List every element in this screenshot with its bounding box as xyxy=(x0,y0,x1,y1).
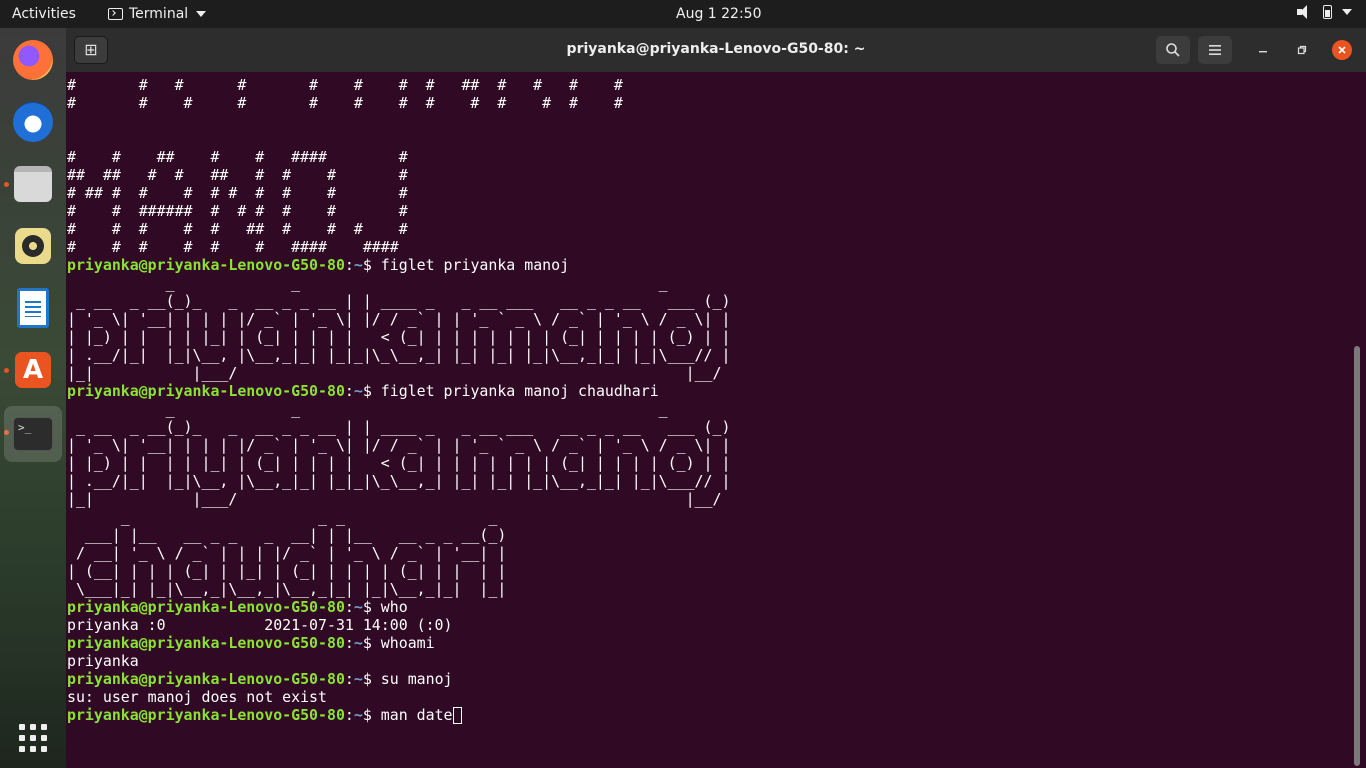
prompt-path: ~ xyxy=(353,634,363,652)
search-button[interactable] xyxy=(1156,36,1190,64)
battery-icon xyxy=(1323,5,1332,19)
prompt-line-3: priyanka@priyanka-Lenovo-G50-80:~$ who xyxy=(67,598,408,616)
figlet-output: _ _ _ _ __ _ __(_)_ _ __ _ _ __ | | ____… xyxy=(67,400,731,598)
prompt-path: ~ xyxy=(353,382,363,400)
terminal-window: ⊞ priyanka@priyanka-Lenovo-G50-80: ~ # #… xyxy=(66,28,1366,768)
prompt-line-5: priyanka@priyanka-Lenovo-G50-80:~$ su ma… xyxy=(67,670,453,688)
dock: A >_ xyxy=(0,28,66,768)
top-bar: Activities Terminal Aug 1 22:50 xyxy=(0,0,1366,28)
prompt-path: ~ xyxy=(353,256,363,274)
chevron-down-icon xyxy=(1342,9,1352,15)
terminal-output[interactable]: # # # # # # # # ## # # # # # # # # # # #… xyxy=(67,76,1347,768)
dock-item-thunderbird[interactable] xyxy=(9,98,57,146)
dock-item-terminal[interactable]: >_ xyxy=(4,406,62,462)
command-text: su manoj xyxy=(371,670,453,688)
prompt-user-host: priyanka@priyanka-Lenovo-G50-80 xyxy=(67,256,345,274)
text-cursor xyxy=(452,707,462,724)
hamburger-menu-button[interactable] xyxy=(1198,36,1232,64)
prompt-user-host: priyanka@priyanka-Lenovo-G50-80 xyxy=(67,598,345,616)
prompt-user-host: priyanka@priyanka-Lenovo-G50-80 xyxy=(67,634,345,652)
show-applications-button[interactable] xyxy=(9,714,57,762)
minimize-icon xyxy=(1259,51,1267,53)
dock-item-firefox[interactable] xyxy=(9,36,57,84)
app-menu-label: Terminal xyxy=(129,6,189,22)
title-bar[interactable]: ⊞ priyanka@priyanka-Lenovo-G50-80: ~ xyxy=(66,28,1366,72)
chevron-down-icon xyxy=(196,11,207,17)
dock-item-rhythmbox[interactable] xyxy=(9,222,57,270)
hamburger-icon xyxy=(1209,45,1221,55)
prompt-path: ~ xyxy=(353,598,363,616)
thunderbird-icon xyxy=(13,102,53,142)
rhythmbox-icon xyxy=(15,228,51,264)
clock[interactable]: Aug 1 22:50 xyxy=(676,5,762,23)
search-icon xyxy=(1166,43,1180,57)
command-output: su: user manoj does not exist xyxy=(67,688,327,706)
command-text: who xyxy=(371,598,408,616)
app-menu[interactable]: Terminal xyxy=(108,5,207,23)
maximize-button[interactable] xyxy=(1292,40,1312,60)
command-text: whoami xyxy=(371,634,435,652)
terminal-icon: >_ xyxy=(13,417,53,451)
prompt-user-host: priyanka@priyanka-Lenovo-G50-80 xyxy=(67,382,345,400)
prompt-path: ~ xyxy=(353,670,363,688)
prompt-line-6: priyanka@priyanka-Lenovo-G50-80:~$ man d… xyxy=(67,706,1347,724)
files-icon xyxy=(14,166,52,202)
ubuntu-software-icon: A xyxy=(15,352,51,388)
close-button[interactable] xyxy=(1332,40,1352,60)
figlet-output: _ _ _ _ __ _ __(_)_ _ __ _ _ __ | | ____… xyxy=(67,274,731,382)
prompt-line-4: priyanka@priyanka-Lenovo-G50-80:~$ whoam… xyxy=(67,634,435,652)
firefox-icon xyxy=(13,40,53,80)
minimize-button[interactable] xyxy=(1253,40,1273,60)
command-output: priyanka :0 2021-07-31 14:00 (:0) xyxy=(67,616,453,634)
libreoffice-writer-icon xyxy=(17,288,49,328)
command-output: priyanka xyxy=(67,652,139,670)
scrollbar[interactable] xyxy=(1354,346,1360,766)
prompt-user-host: priyanka@priyanka-Lenovo-G50-80 xyxy=(67,670,345,688)
dock-item-writer[interactable] xyxy=(9,284,57,332)
command-text: figlet priyanka manoj chaudhari xyxy=(371,382,659,400)
activities-button[interactable]: Activities xyxy=(12,5,76,23)
command-text: figlet priyanka manoj xyxy=(371,256,570,274)
prompt-line-2: priyanka@priyanka-Lenovo-G50-80:~$ figle… xyxy=(67,382,659,400)
banner-output: # # # # # # # # ## # # # # # # # # # # #… xyxy=(67,76,623,256)
system-menu[interactable] xyxy=(1297,5,1352,19)
show-applications-icon xyxy=(19,724,47,752)
prompt-user-host: priyanka@priyanka-Lenovo-G50-80 xyxy=(67,706,345,724)
restore-icon xyxy=(1297,45,1307,55)
terminal-small-icon xyxy=(108,8,123,20)
volume-icon xyxy=(1297,5,1313,19)
close-icon xyxy=(1338,46,1346,54)
command-input[interactable]: man date xyxy=(372,706,453,724)
prompt-path: ~ xyxy=(353,706,363,724)
prompt-line-1: priyanka@priyanka-Lenovo-G50-80:~$ figle… xyxy=(67,256,570,274)
dock-item-files[interactable] xyxy=(9,160,57,208)
dock-item-software[interactable]: A xyxy=(9,346,57,394)
